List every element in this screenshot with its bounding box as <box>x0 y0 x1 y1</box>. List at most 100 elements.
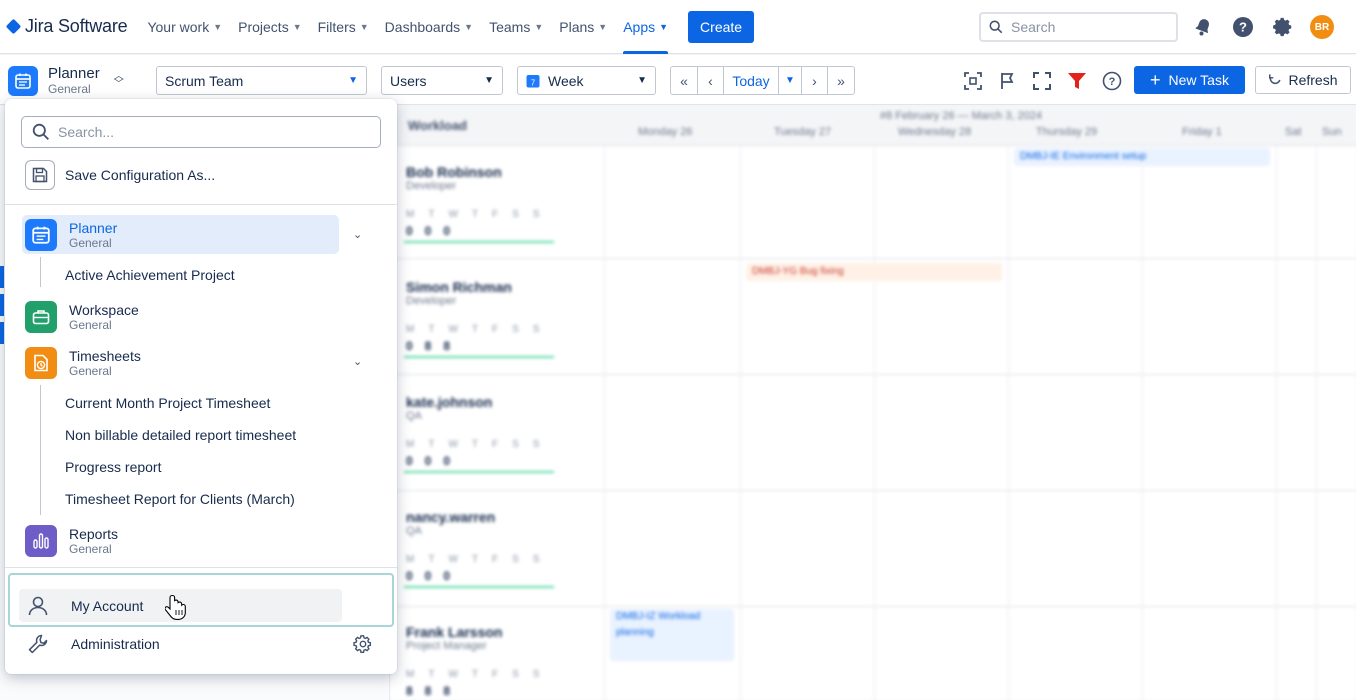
jump-forward-button[interactable]: » <box>827 66 855 95</box>
row-divider <box>390 374 1356 375</box>
nav-label: Teams <box>489 18 531 35</box>
user-name: kate.johnson <box>406 394 493 410</box>
expand-chevron-icon[interactable]: ⌄ <box>353 355 362 368</box>
menu-app-reports[interactable]: Reports General <box>25 525 118 557</box>
date-navigation: « ‹ Today ▼ › » <box>670 66 855 95</box>
menu-app-subtitle: General <box>69 541 112 556</box>
svg-text:?: ? <box>1239 20 1247 35</box>
jira-logo[interactable]: Jira Software <box>4 16 128 37</box>
notifications-bell-icon[interactable] <box>1190 14 1216 40</box>
menu-app-planner[interactable]: Planner General <box>25 219 117 251</box>
save-configuration-item[interactable]: Save Configuration As... <box>25 160 215 190</box>
save-configuration-label: Save Configuration As... <box>65 167 216 183</box>
jump-back-button[interactable]: « <box>670 66 698 95</box>
nav-teams[interactable]: Teams ▼ <box>489 0 543 54</box>
timesheet-child-item[interactable]: Non billable detailed report timesheet <box>65 427 296 443</box>
view-select[interactable]: 7 Week ▼ <box>517 66 656 95</box>
users-select-value: Users <box>390 72 427 89</box>
flag-icon[interactable] <box>998 71 1018 91</box>
chevron-left-icon: ‹ <box>708 72 713 89</box>
user-role: Project Manager <box>406 640 487 652</box>
refresh-button[interactable]: Refresh <box>1255 66 1351 94</box>
task-bar: DMBJ-YG Bug fixing <box>746 263 1002 281</box>
user-avatar[interactable]: BR <box>1310 15 1334 39</box>
today-button[interactable]: Today <box>723 66 779 95</box>
grid-line <box>604 146 605 700</box>
refresh-icon <box>1269 74 1282 85</box>
new-task-button[interactable]: + New Task <box>1134 66 1245 94</box>
menu-app-timesheets[interactable]: Timesheets General <box>25 347 141 379</box>
left-stripe <box>0 294 4 316</box>
updown-chevron-icon: ︿ ﹀ <box>113 71 124 90</box>
menu-app-title: Reports <box>69 525 119 542</box>
svg-text:7: 7 <box>531 78 536 87</box>
double-chevron-right-icon: » <box>837 72 845 89</box>
settings-gear-icon[interactable] <box>1270 14 1296 40</box>
menu-search-input[interactable]: Search... <box>21 116 381 148</box>
planner-child-item[interactable]: Active Achievement Project <box>65 267 235 283</box>
users-select[interactable]: Users ▼ <box>381 66 503 95</box>
svg-text:?: ? <box>1109 76 1116 88</box>
focus-frame-icon[interactable] <box>962 70 984 92</box>
menu-divider <box>5 204 397 205</box>
day-values: 888 <box>406 684 463 698</box>
column-header: Thursday 29 <box>1036 126 1098 138</box>
today-dropdown-button[interactable]: ▼ <box>778 66 802 95</box>
timesheet-child-item[interactable]: Timesheet Report for Clients (March) <box>65 491 295 507</box>
user-name: nancy.warren <box>406 509 496 525</box>
plus-icon: + <box>1150 70 1161 90</box>
nav-label: Apps <box>623 18 656 35</box>
my-account-item[interactable]: My Account <box>25 590 143 622</box>
admin-settings-gear-icon[interactable] <box>352 633 374 655</box>
wrench-icon <box>25 628 51 660</box>
nav-label: Plans <box>559 18 595 35</box>
day-values: 000 <box>406 224 463 238</box>
save-icon <box>25 160 55 190</box>
grid-line <box>740 146 741 700</box>
expand-chevron-icon[interactable]: ⌄ <box>353 228 362 241</box>
fullscreen-icon[interactable] <box>1032 71 1052 91</box>
menu-app-text: Workspace General <box>69 302 139 333</box>
tree-line <box>40 257 41 287</box>
chevron-down-icon: ▼ <box>292 21 302 32</box>
timesheet-child-item[interactable]: Progress report <box>65 459 161 475</box>
user-role: QA <box>406 410 422 422</box>
help-icon[interactable]: ? <box>1230 14 1256 40</box>
question-circle-icon[interactable]: ? <box>1102 71 1122 91</box>
user-person-icon <box>25 590 51 622</box>
menu-app-title: Workspace <box>69 301 139 318</box>
nav-your-work[interactable]: Your work ▼ <box>147 0 222 54</box>
nav-filters[interactable]: Filters ▼ <box>318 0 369 54</box>
capacity-bar <box>404 356 554 358</box>
row-divider <box>390 606 1356 607</box>
day-letters: MTWTFSS <box>406 209 554 220</box>
nav-dashboards[interactable]: Dashboards ▼ <box>385 0 473 54</box>
chevron-down-icon: ▼ <box>359 21 369 32</box>
administration-item[interactable]: Administration <box>25 628 160 660</box>
global-search-input[interactable]: Search <box>979 12 1178 42</box>
timesheet-clock-icon <box>25 347 57 379</box>
menu-app-subtitle: General <box>69 235 112 250</box>
user-name: Simon Richman <box>406 279 512 295</box>
user-row: kate.johnson QA <box>406 394 492 422</box>
team-select[interactable]: Scrum Team ▼ <box>156 66 367 95</box>
search-placeholder: Search <box>1011 19 1056 35</box>
nav-plans[interactable]: Plans ▼ <box>559 0 607 54</box>
nav-apps[interactable]: Apps ▼ <box>623 0 668 54</box>
app-switcher[interactable]: Planner General ︿ ﹀ <box>8 63 138 99</box>
create-button[interactable]: Create <box>688 10 755 43</box>
chevron-right-icon: › <box>812 72 817 89</box>
grid-line <box>1142 146 1143 700</box>
next-button[interactable]: › <box>801 66 828 95</box>
timesheet-child-item[interactable]: Current Month Project Timesheet <box>65 395 270 411</box>
user-row: Frank Larsson Project Manager <box>406 624 502 652</box>
menu-app-workspace[interactable]: Workspace General <box>25 301 139 333</box>
app-switcher-text: Planner General <box>48 65 100 97</box>
chevron-down-icon: ▼ <box>534 21 544 32</box>
nav-projects[interactable]: Projects ▼ <box>238 0 302 54</box>
user-role: Developer <box>406 180 457 192</box>
capacity-bar <box>404 471 554 473</box>
previous-button[interactable]: ‹ <box>697 66 724 95</box>
filter-icon[interactable] <box>1066 70 1088 92</box>
app-title: Planner <box>48 65 100 82</box>
